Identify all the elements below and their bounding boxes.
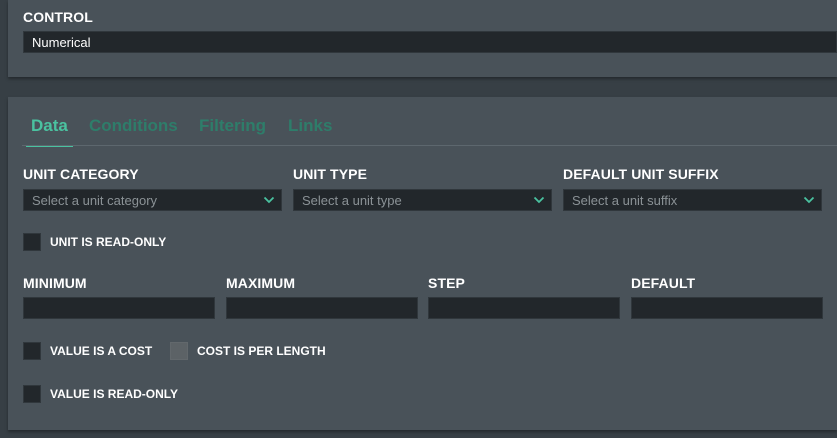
chevron-down-icon	[803, 196, 815, 204]
unit-readonly-label: UNIT IS READ-ONLY	[50, 235, 167, 249]
control-panel: CONTROL Numerical	[8, 0, 837, 77]
unit-suffix-label: DEFAULT UNIT SUFFIX	[563, 166, 719, 182]
cost-per-length-option: COST IS PER LENGTH	[170, 342, 326, 360]
chevron-down-icon	[533, 196, 545, 204]
unit-suffix-select[interactable]: Select a unit suffix	[563, 189, 822, 211]
unit-type-select[interactable]: Select a unit type	[293, 189, 552, 211]
value-is-cost-checkbox[interactable]	[23, 342, 41, 360]
unit-category-select[interactable]: Select a unit category	[23, 189, 282, 211]
unit-readonly-checkbox[interactable]	[23, 233, 41, 251]
value-readonly-checkbox[interactable]	[23, 385, 41, 403]
step-label: STEP	[428, 275, 465, 291]
maximum-label: MAXIMUM	[226, 275, 296, 291]
unit-category-label: UNIT CATEGORY	[23, 166, 139, 182]
value-is-cost-label: VALUE IS A COST	[50, 344, 153, 358]
default-input[interactable]	[631, 297, 823, 319]
unit-type-label: UNIT TYPE	[293, 166, 368, 182]
tab-conditions[interactable]: Conditions	[80, 114, 187, 146]
unit-suffix-placeholder: Select a unit suffix	[572, 193, 678, 208]
value-readonly-label: VALUE IS READ-ONLY	[50, 387, 179, 401]
default-label: DEFAULT	[631, 275, 696, 291]
minimum-input[interactable]	[23, 297, 215, 319]
unit-category-placeholder: Select a unit category	[32, 193, 158, 208]
control-value: Numerical	[32, 35, 91, 50]
value-is-cost-option[interactable]: VALUE IS A COST	[23, 342, 152, 360]
tab-data[interactable]: Data	[22, 114, 77, 147]
maximum-input[interactable]	[226, 297, 418, 319]
minimum-label: MINIMUM	[23, 275, 87, 291]
tab-links[interactable]: Links	[279, 114, 341, 146]
unit-type-placeholder: Select a unit type	[302, 193, 402, 208]
control-field[interactable]: Numerical	[23, 31, 837, 53]
control-label: CONTROL	[23, 9, 93, 25]
unit-readonly-option[interactable]: UNIT IS READ-ONLY	[23, 233, 166, 251]
tab-bar: Data Conditions Filtering Links	[22, 114, 837, 147]
value-readonly-option[interactable]: VALUE IS READ-ONLY	[23, 385, 178, 403]
step-input[interactable]	[428, 297, 620, 319]
cost-per-length-label: COST IS PER LENGTH	[197, 344, 326, 358]
tab-divider	[22, 145, 837, 146]
tab-filtering[interactable]: Filtering	[190, 114, 275, 146]
cost-per-length-checkbox	[170, 342, 188, 360]
chevron-down-icon	[263, 196, 275, 204]
settings-panel: Data Conditions Filtering Links UNIT CAT…	[8, 97, 837, 430]
